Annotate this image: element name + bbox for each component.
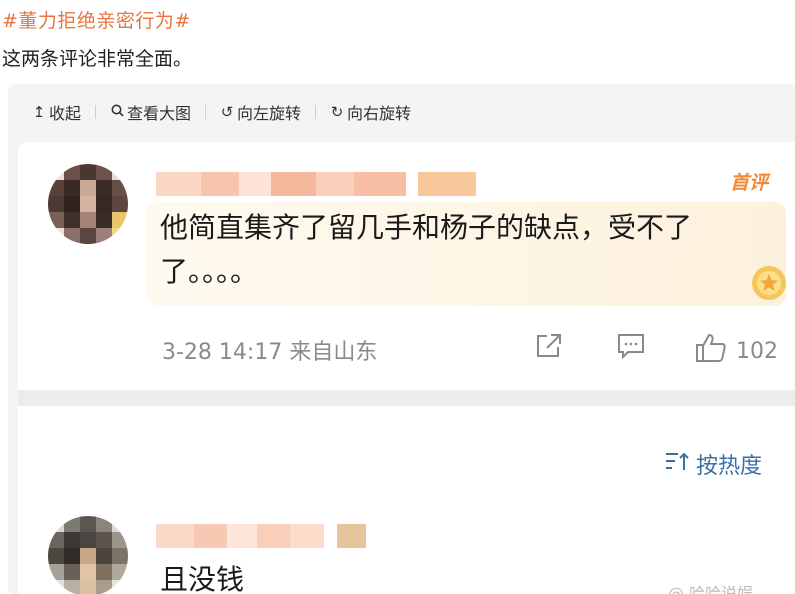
blurred-username <box>156 172 476 196</box>
avatar <box>48 516 128 594</box>
post-text: 这两条评论非常全面。 <box>2 48 193 70</box>
blurred-avatar-pixels <box>48 516 128 594</box>
toolbar-divider <box>315 105 317 119</box>
collapse-label: 收起 <box>49 104 82 123</box>
screenshot-image: 首评 他简直集齐了留几手和杨子的缺点，受不了了。。。。 3-28 14:17 来… <box>18 142 795 594</box>
collapse-button[interactable]: ↥ 收起 <box>32 100 81 124</box>
image-toolbar: ↥ 收起 查看大图 ↺ 向左旋转 ↻ 向右旋转 <box>8 84 795 140</box>
section-divider <box>18 390 795 406</box>
thumbs-up-icon <box>694 332 728 370</box>
rotate-left-icon: ↺ <box>220 103 234 121</box>
medal-icon <box>748 262 790 304</box>
rotate-left-label: 向左旋转 <box>237 104 302 123</box>
image-viewer: ↥ 收起 查看大图 ↺ 向左旋转 ↻ 向右旋转 首评 他简直集齐了留几手和杨子的… <box>8 84 795 594</box>
rotate-right-label: 向右旋转 <box>347 104 412 123</box>
reply-button[interactable] <box>616 332 646 364</box>
view-large-button[interactable]: 查看大图 <box>110 100 191 124</box>
sort-label: 按热度 <box>696 454 763 479</box>
comment-icon <box>616 334 646 364</box>
share-button[interactable] <box>534 332 564 364</box>
sort-icon <box>664 450 690 478</box>
avatar <box>48 164 128 244</box>
sort-by-hot-button[interactable]: 按热度 <box>664 448 762 480</box>
hashtag-topic[interactable]: #董力拒绝亲密行为# <box>2 6 191 33</box>
arrow-up-icon: ↥ <box>32 103 46 121</box>
view-large-label: 查看大图 <box>127 104 192 123</box>
blurred-avatar-pixels <box>48 164 128 244</box>
toolbar-divider <box>95 105 97 119</box>
comment-text: 他简直集齐了留几手和杨子的缺点，受不了了。。。。 <box>160 211 693 288</box>
like-button[interactable]: 102 <box>694 332 778 370</box>
comment-meta: 3-28 14:17 来自山东 <box>162 340 378 365</box>
comment-text: 且没钱 <box>160 563 245 594</box>
like-count: 102 <box>736 338 778 364</box>
toolbar-divider <box>205 105 207 119</box>
first-comment-badge: 首评 <box>730 172 769 194</box>
rotate-right-button[interactable]: ↻ 向右旋转 <box>330 100 411 124</box>
share-icon <box>534 334 564 364</box>
rotate-right-icon: ↻ <box>330 103 344 121</box>
watermark: @ 哈哈说娱 <box>668 584 754 594</box>
blurred-username <box>156 524 366 548</box>
magnifier-icon <box>110 103 124 121</box>
rotate-left-button[interactable]: ↺ 向左旋转 <box>220 100 301 124</box>
